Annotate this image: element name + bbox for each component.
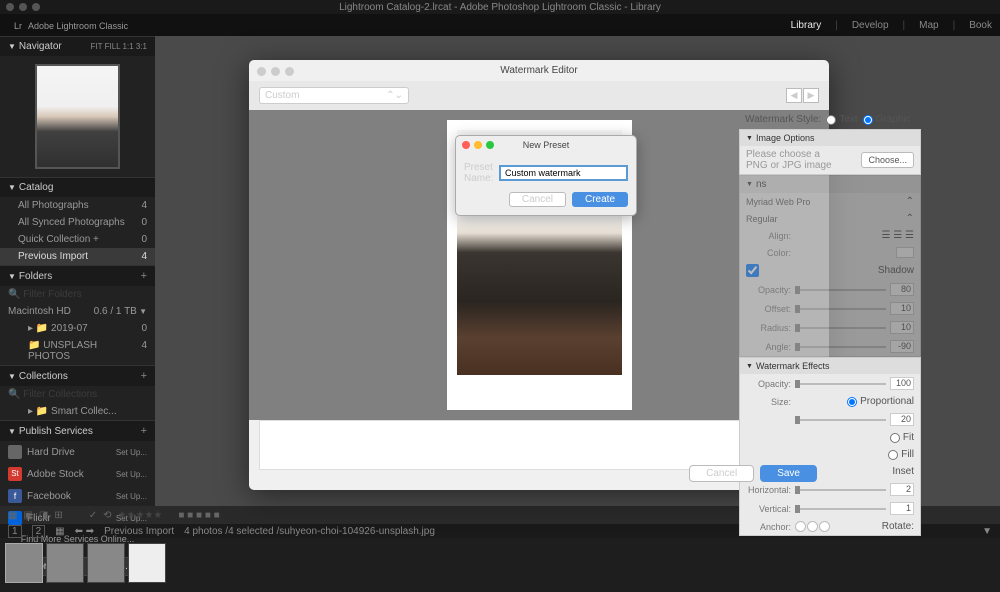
- shadow-angle-slider[interactable]: [795, 346, 886, 348]
- folder-item[interactable]: 📁 UNSPLASH PHOTOS4: [0, 337, 155, 365]
- grid-view-icon[interactable]: ▦: [8, 510, 17, 521]
- collection-filter[interactable]: 🔍 Filter Collections: [0, 386, 155, 403]
- filmstrip-thumb[interactable]: [46, 543, 84, 583]
- shadow-checkbox[interactable]: [746, 264, 759, 277]
- status-info: 4 photos /4 selected /suhyeon-choi-10492…: [184, 526, 435, 537]
- align-buttons[interactable]: ☰ ☰ ☰: [882, 230, 914, 241]
- window-titlebar: Lightroom Catalog-2.lrcat - Adobe Photos…: [0, 0, 1000, 14]
- filmstrip-thumb[interactable]: [5, 543, 43, 583]
- status-source: Previous Import: [104, 526, 174, 537]
- publish-service[interactable]: Hard DriveSet Up...: [0, 441, 155, 463]
- module-develop[interactable]: Develop: [852, 20, 889, 31]
- size-slider[interactable]: [795, 419, 886, 421]
- wm-opacity-slider[interactable]: [795, 383, 886, 385]
- dialog-cancel-button[interactable]: Cancel: [689, 465, 754, 482]
- size-fill-radio[interactable]: Fill: [888, 449, 914, 460]
- folder-drive[interactable]: Macintosh HD0.6 / 1 TB ▼: [0, 303, 155, 320]
- nav-zoom-opts[interactable]: FIT FILL 1:1 3:1: [91, 42, 147, 51]
- publish-service[interactable]: fFacebookSet Up...: [0, 485, 155, 507]
- preset-select[interactable]: Custom⌃⌄: [259, 87, 409, 104]
- center-area: Watermark Editor Custom⌃⌄ ◀▶ WATERMARK W…: [155, 36, 1000, 506]
- size-fit-radio[interactable]: Fit: [890, 432, 914, 443]
- module-library[interactable]: Library: [791, 20, 822, 31]
- catalog-item[interactable]: Quick Collection +0: [0, 231, 155, 248]
- shadow-radius-slider[interactable]: [795, 327, 886, 329]
- new-preset-modal: New Preset Preset Name: Cancel Create: [455, 135, 637, 216]
- inset-v-slider[interactable]: [795, 508, 886, 510]
- modal-cancel-button[interactable]: Cancel: [509, 192, 566, 207]
- text-options-header[interactable]: ns: [740, 176, 920, 193]
- window-title: Lightroom Catalog-2.lrcat - Adobe Photos…: [339, 2, 661, 13]
- font-select[interactable]: Myriad Web Pro: [746, 197, 902, 207]
- app-bar: LrAdobe Lightroom Classic Library| Devel…: [0, 14, 1000, 36]
- collections-header[interactable]: ▼Collections+: [0, 365, 155, 386]
- inset-h-slider[interactable]: [795, 489, 886, 491]
- secondary-display[interactable]: 1: [8, 525, 22, 538]
- secondary-display-2[interactable]: 2: [32, 525, 46, 538]
- folders-header[interactable]: ▼Folders+: [0, 265, 155, 286]
- watermark-editor-dialog: Watermark Editor Custom⌃⌄ ◀▶ WATERMARK W…: [249, 60, 829, 490]
- dialog-traffic-lights[interactable]: [257, 67, 294, 76]
- smart-collections[interactable]: ▸ 📁 Smart Collec...: [0, 403, 155, 420]
- publish-service[interactable]: StAdobe StockSet Up...: [0, 463, 155, 485]
- dialog-save-button[interactable]: Save: [760, 465, 817, 482]
- catalog-item[interactable]: All Synced Photographs0: [0, 214, 155, 231]
- add-collection-icon[interactable]: +: [141, 370, 147, 382]
- traffic-lights[interactable]: [6, 3, 40, 11]
- navigator-header[interactable]: ▼Navigator FIT FILL 1:1 3:1: [0, 36, 155, 56]
- preset-name-label: Preset Name:: [464, 162, 494, 184]
- choose-image-button[interactable]: Choose...: [861, 152, 914, 168]
- modal-traffic-lights[interactable]: [462, 141, 494, 149]
- module-book[interactable]: Book: [969, 20, 992, 31]
- anchor-grid[interactable]: [795, 521, 830, 532]
- shadow-opacity-slider[interactable]: [795, 289, 886, 291]
- compare-view-icon[interactable]: ◨: [39, 510, 48, 521]
- navigator-thumbnail[interactable]: [0, 56, 155, 177]
- catalog-header[interactable]: ▼Catalog: [0, 177, 155, 197]
- watermark-style-row: Watermark Style: Text Graphic: [739, 110, 921, 129]
- filmstrip-thumb[interactable]: [128, 543, 166, 583]
- effects-header[interactable]: Watermark Effects: [740, 358, 920, 374]
- folder-item[interactable]: ▸ 📁 2019-070: [0, 320, 155, 337]
- shadow-offset-slider[interactable]: [795, 308, 886, 310]
- folder-filter[interactable]: 🔍 Filter Folders: [0, 286, 155, 303]
- style-text-radio[interactable]: Text: [826, 114, 857, 125]
- module-map[interactable]: Map: [919, 20, 938, 31]
- module-picker: Library| Develop| Map| Book: [791, 20, 992, 31]
- grid-icon[interactable]: ▦: [55, 526, 64, 537]
- app-logo: LrAdobe Lightroom Classic: [8, 17, 128, 33]
- catalog-item[interactable]: All Photographs4: [0, 197, 155, 214]
- image-options-header[interactable]: Image Options: [740, 130, 920, 146]
- color-swatch[interactable]: [896, 247, 914, 258]
- add-folder-icon[interactable]: +: [141, 270, 147, 282]
- size-proportional-radio[interactable]: Proportional: [847, 396, 914, 407]
- style-select[interactable]: Regular: [746, 214, 902, 224]
- survey-view-icon[interactable]: ⊞: [54, 510, 62, 521]
- publish-header[interactable]: ▼Publish Services+: [0, 420, 155, 441]
- sort-icon[interactable]: ⟲: [103, 510, 111, 521]
- watermark-text-input[interactable]: [259, 420, 819, 470]
- filmstrip-thumb[interactable]: [87, 543, 125, 583]
- painter-icon[interactable]: ✓: [89, 510, 97, 521]
- loupe-view-icon[interactable]: ▣: [23, 510, 32, 521]
- style-graphic-radio[interactable]: Graphic: [863, 114, 911, 125]
- nav-arrows[interactable]: ◀▶: [786, 88, 819, 103]
- add-service-icon[interactable]: +: [141, 425, 147, 437]
- preset-name-input[interactable]: [499, 165, 628, 181]
- modal-create-button[interactable]: Create: [572, 192, 628, 207]
- catalog-item-selected[interactable]: Previous Import4: [0, 248, 155, 265]
- left-panel: ▼Navigator FIT FILL 1:1 3:1 ▼Catalog All…: [0, 36, 155, 506]
- dialog-title: Watermark Editor: [249, 60, 829, 81]
